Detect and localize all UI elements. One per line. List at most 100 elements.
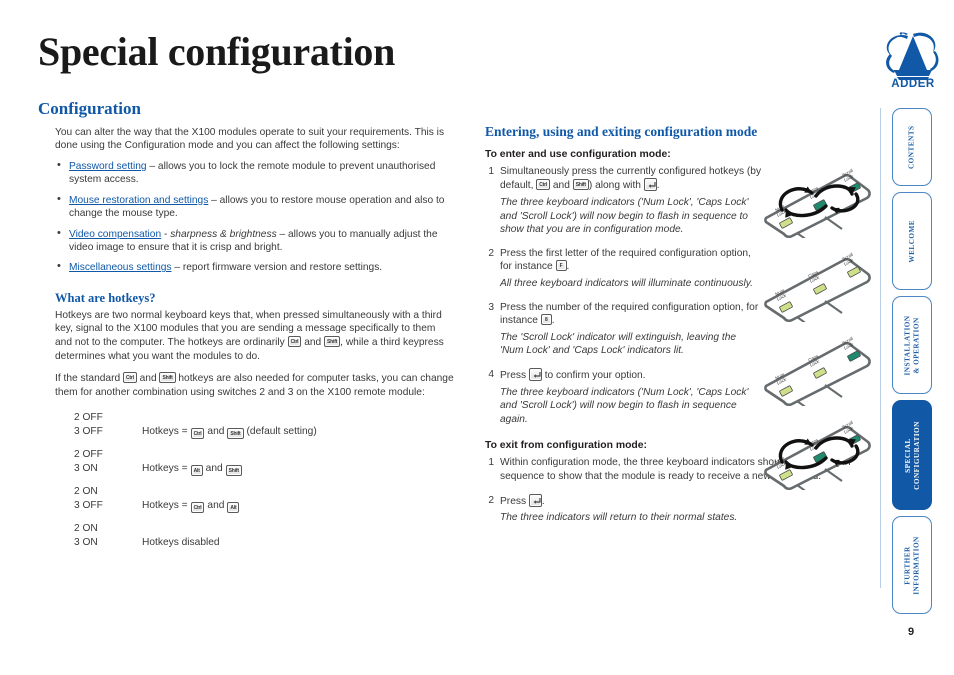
- step-text: Press the number of the required configu…: [500, 301, 762, 358]
- switch-3-state: 3 OFF: [74, 500, 103, 512]
- led-indicator-diagrams: Num Lock Caps Lock Scroll Lock Num Lock Caps Loc…: [752, 160, 892, 496]
- step-note: The three keyboard indicators ('Num Lock…: [500, 386, 749, 425]
- switch-3-state: 3 ON: [74, 463, 98, 475]
- hotkey-combination: Hotkeys disabled: [142, 522, 454, 550]
- key-shift-icon: Shift: [324, 335, 341, 347]
- tab-label: CONTENTS: [907, 125, 916, 169]
- document-page: Special configuration ADDER Configuratio…: [0, 0, 954, 675]
- section-tab-rail: CONTENTS WELCOME INSTALLATION & OPERATION SP…: [884, 108, 934, 614]
- step-text-part: and: [550, 180, 573, 192]
- configuration-heading: Configuration: [38, 99, 141, 118]
- step-note: The 'Scroll Lock' indicator will extingu…: [500, 331, 737, 357]
- settings-list: Password setting – allows you to lock th…: [55, 159, 454, 275]
- key-8-icon: 8: [540, 314, 552, 326]
- sequence-arrows: NumLockCapsLockScrollLock: [764, 420, 871, 490]
- and-label: and: [205, 463, 223, 475]
- switch-states: 2 ON 3 ON: [74, 522, 142, 550]
- step-text-part: Press the number of the required configu…: [500, 301, 759, 327]
- key-alt-icon: Alt: [227, 502, 240, 514]
- step-number: 4: [488, 368, 494, 380]
- tab-rail-divider: [880, 108, 881, 588]
- page-title: Special configuration: [38, 29, 396, 74]
- to-enter-lead: To enter and use configuration mode:: [485, 148, 671, 160]
- bullet-text: report firmware version and restore sett…: [182, 262, 383, 274]
- list-item: Mouse restoration and settings – allows …: [55, 193, 454, 221]
- table-row: 2 OFF 3 ON Hotkeys = Alt and Shift: [74, 448, 454, 477]
- switch-states: 2 OFF 3 ON: [74, 448, 142, 476]
- tab-label: FURTHER INFORMATION: [903, 535, 921, 595]
- link-mouse-restoration[interactable]: Mouse restoration and settings: [69, 195, 208, 206]
- step-text-part: to confirm your option.: [541, 369, 646, 381]
- sequence-arrows: NumLockCapsLockScrollLock: [764, 168, 871, 238]
- tab-contents[interactable]: CONTENTS: [892, 108, 932, 186]
- list-item: Video compensation - sharpness & brightn…: [55, 227, 454, 255]
- tab-label: WELCOME: [907, 219, 916, 263]
- configuration-intro: You can alter the way that the X100 modu…: [55, 126, 445, 152]
- hotkeys-and: and: [301, 336, 325, 348]
- switch-2-state: 2 OFF: [74, 412, 103, 424]
- step-text: Press the first letter of the required c…: [500, 247, 762, 291]
- step-text-part: .: [541, 495, 545, 507]
- key-enter-icon: [528, 493, 542, 507]
- switch-settings-table: 2 OFF 3 OFF Hotkeys = Ctrl and Shift (de…: [38, 411, 454, 550]
- step-number: 1: [488, 457, 494, 469]
- diagram-leds-flashing-sequence-1: Num Lock Caps Lock Scroll Lock: [752, 160, 884, 238]
- diagram-leds-flashing-sequence-2: Num Lock Caps Lock Scroll Lock: [752, 412, 884, 490]
- step-note: The three keyboard indicators ('Num Lock…: [500, 197, 749, 236]
- key-shift-icon: Shift: [225, 465, 242, 477]
- table-row: 2 OFF 3 OFF Hotkeys = Ctrl and Shift (de…: [74, 411, 454, 440]
- key-enter-icon: [643, 178, 657, 192]
- hotkeys-and: and: [136, 373, 160, 385]
- diagram-leds-all-illuminated: Num Lock Caps Lock Scroll Lock: [752, 244, 884, 322]
- step-text-part: Press: [500, 369, 529, 381]
- bullet-dash: –: [146, 160, 158, 172]
- default-note: (default setting): [246, 426, 317, 438]
- switch-2-state: 2 ON: [74, 486, 98, 498]
- hotkeys-label: Hotkeys =: [142, 463, 188, 475]
- key-ctrl-icon: Ctrl: [122, 372, 137, 384]
- step-note: The three indicators will return to thei…: [500, 512, 738, 524]
- tab-label: INSTALLATION & OPERATION: [903, 314, 921, 376]
- tab-installation-operation[interactable]: INSTALLATION & OPERATION: [892, 296, 932, 394]
- switch-states: 2 OFF 3 OFF: [74, 411, 142, 439]
- step-number: 3: [488, 301, 494, 313]
- step-text-part: Press the first letter of the required c…: [500, 247, 751, 273]
- hotkeys-text: If the standard: [55, 373, 123, 385]
- tab-special-configuration[interactable]: SPECIAL CONFIGURATION: [892, 400, 932, 510]
- key-enter-icon: [528, 367, 542, 381]
- adder-logo: ADDER: [878, 26, 948, 88]
- step-text-part: ) along with: [588, 180, 644, 192]
- key-f-icon: F: [555, 260, 567, 272]
- step-number: 1: [488, 165, 494, 177]
- list-item: 2 Press . The three indicators will retur…: [485, 493, 885, 525]
- tab-further-information[interactable]: FURTHER INFORMATION: [892, 516, 932, 614]
- entering-mode-heading: Entering, using and exiting configuratio…: [485, 124, 758, 139]
- and-label: and: [207, 500, 225, 512]
- and-label: and: [207, 426, 225, 438]
- step-note: All three keyboard indicators will illum…: [500, 278, 753, 289]
- hotkeys-disabled-label: Hotkeys disabled: [142, 537, 220, 549]
- step-text-part: .: [656, 180, 660, 192]
- list-item: Password setting – allows you to lock th…: [55, 159, 454, 187]
- key-ctrl-icon: Ctrl: [190, 428, 205, 440]
- key-alt-icon: Alt: [190, 465, 203, 477]
- hotkey-combination: Hotkeys = Alt and Shift: [142, 448, 454, 477]
- key-shift-icon: Shift: [572, 179, 589, 191]
- key-shift-icon: Shift: [227, 428, 244, 440]
- switch-2-state: 2 ON: [74, 523, 98, 535]
- switch-3-state: 3 OFF: [74, 426, 103, 438]
- tab-welcome[interactable]: WELCOME: [892, 192, 932, 290]
- step-text: Simultaneously press the currently confi…: [500, 165, 762, 237]
- bullet-dash: -: [161, 228, 171, 240]
- link-password-setting[interactable]: Password setting: [69, 161, 147, 172]
- key-shift-icon: Shift: [159, 372, 176, 384]
- link-miscellaneous-settings[interactable]: Miscellaneous settings: [69, 262, 172, 273]
- hotkeys-paragraph-2: If the standard Ctrl and Shift hotkeys a…: [55, 372, 454, 399]
- switch-3-state: 3 ON: [74, 537, 98, 549]
- left-column: Configuration You can alter the way that…: [38, 99, 454, 559]
- link-video-compensation[interactable]: Video compensation: [69, 229, 161, 240]
- page-number: 9: [908, 626, 915, 638]
- step-text: Press . The three indicators will return …: [500, 493, 885, 525]
- list-item: Miscellaneous settings – report firmware…: [55, 260, 454, 274]
- key-ctrl-icon: Ctrl: [536, 179, 551, 191]
